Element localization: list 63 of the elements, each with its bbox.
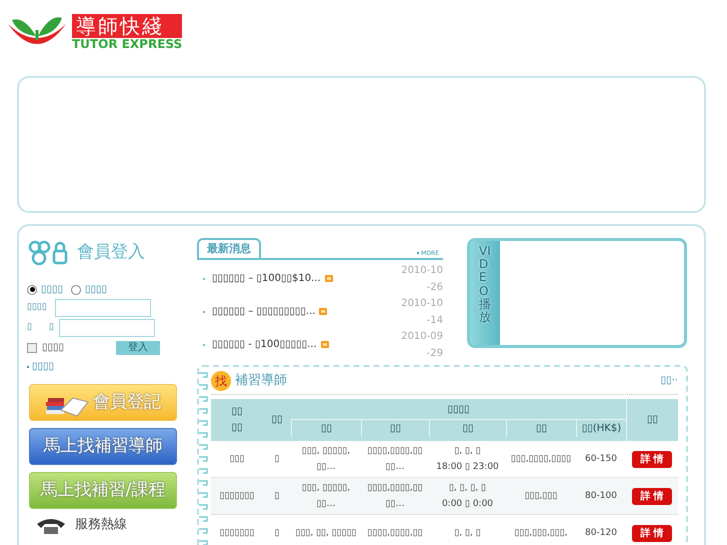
- password-label: ▯: [27, 321, 33, 334]
- column-header: ▯▯: [320, 422, 332, 436]
- details-button[interactable]: 詳 情: [632, 524, 672, 542]
- promo-button[interactable]: 馬上找補習導師: [29, 428, 177, 465]
- video-label: VIDEO播放: [479, 245, 491, 326]
- table-cell-text: ▯, ▯, ▯: [454, 527, 481, 540]
- table-cell-text: ▯▯▯▯▯▯▯: [220, 527, 254, 540]
- table-cell-text: ▯▯▯▯,▯▯▯▯,▯▯: [367, 527, 423, 540]
- column-header: ▯▯: [390, 422, 401, 436]
- news-link[interactable]: ▯▯▯▯▯▯ – ▯100▯▯$10...: [212, 271, 321, 286]
- news-date: 2010-09-29: [400, 330, 443, 360]
- table-cell-text: ▯▯▯,▯▯▯: [524, 490, 558, 503]
- column-header: ▯▯: [462, 422, 474, 436]
- table-cell-text: ▯▯▯, ▯▯, ▯▯▯▯▯: [296, 527, 356, 540]
- logo-subtitle: TUTOR EXPRESS: [72, 38, 182, 51]
- password-field[interactable]: [59, 319, 155, 337]
- table-cell-text: ▯▯▯,▯▯▯,▯▯▯,: [514, 527, 568, 540]
- role-label: ▯▯▯▯: [41, 283, 64, 297]
- role-radio[interactable]: [27, 284, 37, 294]
- column-header: ▯▯: [646, 413, 658, 427]
- column-header: ▯▯: [271, 413, 282, 427]
- hotline-label: 服務熱線: [75, 516, 127, 534]
- login-button[interactable]: 登入: [116, 340, 160, 354]
- find-badge: 找: [211, 370, 231, 390]
- table-cell-text: ▯▯▯▯,▯▯▯▯,▯▯ ▯▯…: [367, 445, 423, 474]
- details-button[interactable]: 詳 情: [632, 488, 672, 504]
- table-cell-text: ▯▯▯,▯▯▯▯,▯▯▯▯: [510, 453, 572, 466]
- column-header: ▯▯(HK$): [582, 422, 622, 436]
- table-cell-text: 60-150: [585, 453, 617, 466]
- table-cell-text: ▯▯▯, ▯▯▯▯▯, ▯▯…: [302, 482, 350, 511]
- group-header: ▯▯▯▯: [447, 402, 470, 416]
- table-cell-text: 80-120: [585, 527, 617, 540]
- role-label: ▯▯▯▯: [85, 283, 108, 297]
- news-link[interactable]: ▯▯▯▯▯▯ – ▯▯▯▯▯▯▯▯▯...: [212, 304, 316, 319]
- table-cell-text: 80-100: [585, 490, 617, 503]
- more-link[interactable]: ▯▯··: [660, 373, 678, 388]
- table-cell-text: ▯, ▯, ▯ 18:00 ▯ 23:00: [436, 445, 499, 474]
- remember-checkbox[interactable]: [27, 342, 37, 352]
- table-cell-text: ▯▯▯, ▯▯▯▯▯, ▯▯…: [302, 445, 350, 474]
- table-cell-text: ▯▯▯▯,▯▯▯▯,▯▯ ▯▯…: [367, 482, 423, 511]
- column-header: ▯▯ ▯▯: [231, 405, 242, 435]
- password-label: ▯: [49, 321, 55, 334]
- table-cell-text: ▯: [274, 453, 280, 466]
- logo-title: 導師快綫: [72, 14, 182, 38]
- tutors-title: 補習導師: [235, 372, 287, 390]
- table-cell-text: ▯, ▯, ▯, ▯ 0:00 ▯ 0:00: [442, 482, 494, 511]
- register-link[interactable]: ▯▯▯▯: [32, 359, 54, 374]
- table-cell-text: ▯: [274, 490, 280, 503]
- news-date: 2010-10-26: [400, 264, 443, 294]
- login-title: 會員登入: [77, 241, 145, 264]
- details-button[interactable]: 詳 情: [632, 450, 672, 468]
- username-field[interactable]: [55, 299, 151, 317]
- news-date: 2010-10-14: [400, 296, 443, 328]
- news-tab[interactable]: 最新消息: [197, 238, 261, 258]
- table-cell-text: ▯: [274, 527, 280, 540]
- table-cell-text: ▯▯▯▯▯▯▯: [220, 490, 254, 503]
- members-lock-icon: [27, 239, 69, 267]
- column-header: ▯▯: [536, 422, 547, 436]
- table-cell-text: ▯▯▯: [230, 453, 244, 466]
- remember-label: ▯▯▯▯: [42, 341, 66, 355]
- role-radio[interactable]: [71, 284, 82, 294]
- news-link[interactable]: ▯▯▯▯▯▯ - ▯100▯▯▯▯▯...: [212, 337, 317, 352]
- username-label: ▯▯▯▯: [27, 301, 48, 314]
